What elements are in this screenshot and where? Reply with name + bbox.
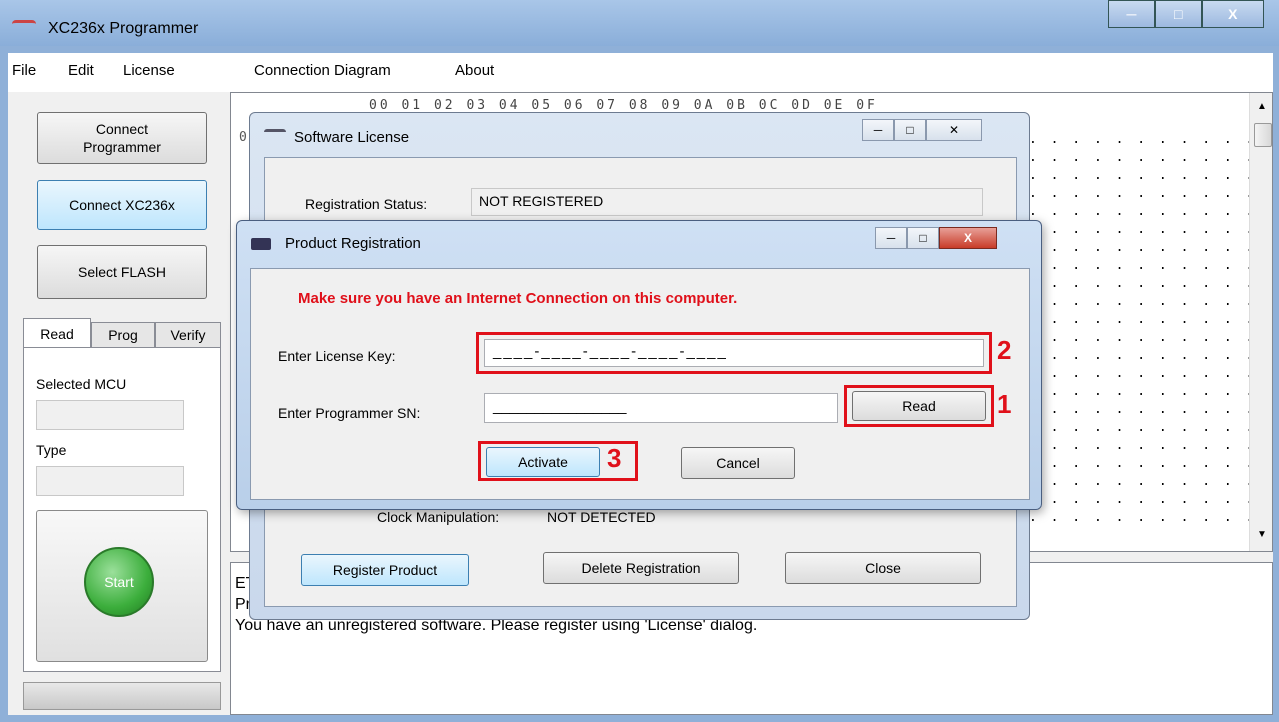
product-registration-title: Product Registration — [285, 235, 421, 252]
menu-edit[interactable]: Edit — [68, 62, 94, 79]
license-dialog-icon — [264, 129, 286, 136]
registration-status-label: Registration Status: — [305, 196, 428, 212]
close-icon[interactable]: X — [1201, 0, 1265, 28]
product-registration-dialog: Product Registration ─ □ X Make sure you… — [236, 220, 1042, 510]
dots-row: . . . . . . . . . . . . . . . . — [1029, 456, 1272, 471]
tab-verify[interactable]: Verify — [155, 322, 221, 348]
scroll-thumb[interactable] — [1254, 123, 1272, 147]
selected-mcu-label: Selected MCU — [36, 376, 127, 392]
dots-row: . . . . . . . . . . . . . . . . — [1029, 474, 1272, 489]
tab-read[interactable]: Read — [23, 318, 91, 348]
activate-button[interactable]: Activate — [486, 447, 600, 477]
close-icon[interactable]: X — [939, 227, 997, 249]
hex-dots-area: . . . . . . . . . . . . . . . . . . . . … — [1029, 131, 1272, 527]
read-button[interactable]: Read — [852, 391, 986, 421]
dots-row: . . . . . . . . . . . . . . . . — [1029, 492, 1272, 507]
cancel-button[interactable]: Cancel — [681, 447, 795, 479]
internet-warning-text: Make sure you have an Internet Connectio… — [298, 290, 738, 307]
license-key-label: Enter License Key: — [278, 348, 396, 364]
menu-connection-diagram[interactable]: Connection Diagram — [254, 62, 391, 79]
minimize-icon[interactable]: ─ — [875, 227, 907, 249]
menu-bar: File Edit License Connection Diagram Abo… — [8, 53, 1273, 94]
marker-2: 2 — [997, 335, 1012, 365]
connect-xc236x-button[interactable]: Connect XC236x — [37, 180, 207, 230]
selected-mcu-field — [36, 400, 184, 430]
marker-1: 1 — [997, 389, 1012, 419]
dots-row: . . . . . . . . . . . . . . . . — [1029, 168, 1272, 183]
dots-row: . . . . . . . . . . . . . . . . — [1029, 384, 1272, 399]
menu-file[interactable]: File — [12, 62, 36, 79]
dots-row: . . . . . . . . . . . . . . . . — [1029, 366, 1272, 381]
register-product-button[interactable]: Register Product — [301, 554, 469, 586]
maximize-icon[interactable]: □ — [907, 227, 939, 249]
programmer-sn-value: ________________ — [493, 398, 627, 415]
dots-row: . . . . . . . . . . . . . . . . — [1029, 222, 1272, 237]
type-label: Type — [36, 442, 67, 458]
menu-about[interactable]: About — [455, 62, 494, 79]
status-bar-left — [23, 682, 221, 710]
window-controls: ─ □ X — [1108, 0, 1265, 28]
maximize-icon[interactable]: □ — [894, 119, 926, 141]
dots-row: . . . . . . . . . . . . . . . . — [1029, 402, 1272, 417]
start-button-frame: Start — [36, 510, 208, 662]
app-icon — [12, 20, 36, 31]
license-key-value: ____-____-____-____-____ — [493, 343, 728, 360]
dots-row: . . . . . . . . . . . . . . . . — [1029, 510, 1272, 525]
scroll-up-icon[interactable]: ▲ — [1257, 101, 1267, 112]
close-icon[interactable]: ✕ — [926, 119, 982, 141]
dots-row: . . . . . . . . . . . . . . . . — [1029, 348, 1272, 363]
dots-row: . . . . . . . . . . . . . . . . — [1029, 420, 1272, 435]
tab-prog[interactable]: Prog — [91, 322, 155, 348]
delete-registration-button[interactable]: Delete Registration — [543, 552, 739, 584]
clock-manipulation-value: NOT DETECTED — [547, 509, 656, 525]
dots-row: . . . . . . . . . . . . . . . . — [1029, 186, 1272, 201]
scroll-down-icon[interactable]: ▼ — [1257, 529, 1267, 540]
dots-row: . . . . . . . . . . . . . . . . — [1029, 150, 1272, 165]
registration-dialog-body: Make sure you have an Internet Connectio… — [250, 268, 1030, 500]
dots-row: . . . . . . . . . . . . . . . . — [1029, 240, 1272, 255]
license-key-input[interactable]: ____-____-____-____-____ — [484, 339, 984, 367]
programmer-sn-input[interactable]: ________________ — [484, 393, 838, 423]
window-title: XC236x Programmer — [48, 20, 199, 37]
maximize-icon[interactable]: □ — [1154, 0, 1202, 28]
software-license-title: Software License — [294, 129, 410, 146]
programmer-sn-label: Enter Programmer SN: — [278, 405, 421, 421]
tab-panel: Selected MCU Type Start — [23, 347, 221, 672]
registration-dialog-icon — [251, 238, 271, 250]
menu-license[interactable]: License — [123, 62, 175, 79]
marker-3: 3 — [607, 443, 622, 473]
dots-row: . . . . . . . . . . . . . . . . — [1029, 330, 1272, 345]
connect-programmer-button[interactable]: Connect Programmer — [37, 112, 207, 164]
start-label: Start — [104, 574, 134, 590]
close-button[interactable]: Close — [785, 552, 981, 584]
dots-row: . . . . . . . . . . . . . . . . — [1029, 132, 1272, 147]
start-button[interactable]: Start — [84, 547, 154, 617]
dots-row: . . . . . . . . . . . . . . . . — [1029, 204, 1272, 219]
dots-row: . . . . . . . . . . . . . . . . — [1029, 276, 1272, 291]
dots-row: . . . . . . . . . . . . . . . . — [1029, 294, 1272, 309]
registration-status-value: NOT REGISTERED — [479, 193, 604, 209]
vertical-scrollbar[interactable]: ▲ ▼ — [1249, 93, 1272, 551]
title-bar: XC236x Programmer ─ □ X — [0, 0, 1279, 46]
clock-manipulation-label: Clock Manipulation: — [377, 509, 500, 525]
dots-row: . . . . . . . . . . . . . . . . — [1029, 258, 1272, 273]
dots-row: . . . . . . . . . . . . . . . . — [1029, 312, 1272, 327]
minimize-icon[interactable]: ─ — [1108, 0, 1155, 28]
select-flash-button[interactable]: Select FLASH — [37, 245, 207, 299]
minimize-icon[interactable]: ─ — [862, 119, 894, 141]
type-field — [36, 466, 184, 496]
dots-row: . . . . . . . . . . . . . . . . — [1029, 438, 1272, 453]
